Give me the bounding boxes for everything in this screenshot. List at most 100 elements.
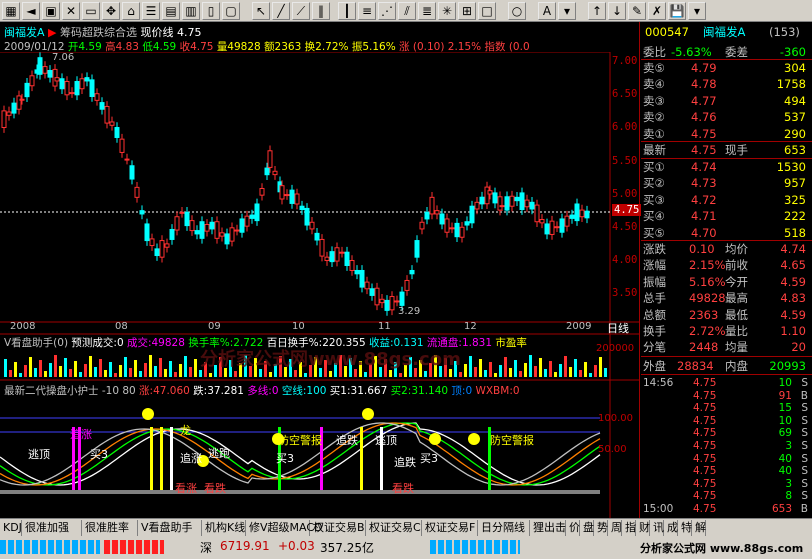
- bid-row[interactable]: 买① 4.74 1530: [641, 159, 812, 175]
- vline-icon[interactable]: ‖: [312, 2, 330, 20]
- tick-row[interactable]: 4.75 3 S: [641, 478, 812, 491]
- triangle-icon[interactable]: ▾: [558, 2, 576, 20]
- tab-6[interactable]: 权证交易B: [310, 520, 366, 536]
- tick-row[interactable]: 4.75 69 S: [641, 427, 812, 440]
- candle-body: [47, 69, 53, 78]
- triangle-icon[interactable]: ▶: [48, 26, 56, 39]
- chart-icon[interactable]: ▣: [42, 2, 60, 20]
- eraser-icon[interactable]: ✗: [648, 2, 666, 20]
- arrow-up-icon[interactable]: ↑: [588, 2, 606, 20]
- tick-row[interactable]: 4.75 40 S: [641, 453, 812, 466]
- tab-9[interactable]: 日分隔线: [478, 520, 530, 536]
- tab-2[interactable]: 很准胜率: [82, 520, 138, 536]
- tab-8[interactable]: 权证交易F: [422, 520, 478, 536]
- crosshair-icon[interactable]: ╱: [272, 2, 290, 20]
- tab-16[interactable]: 财: [636, 520, 650, 536]
- line-icon[interactable]: ⟋: [292, 2, 310, 20]
- tab-20[interactable]: 解: [692, 520, 706, 536]
- tick-row[interactable]: 14:56 4.75 10 S: [641, 377, 812, 390]
- tab-10[interactable]: 狸出击: [530, 520, 566, 536]
- candle-body: [42, 66, 48, 74]
- volume-bar: [569, 367, 572, 377]
- stat-row[interactable]: 换手 2.72% 量比 1.10: [641, 323, 812, 339]
- stat-row[interactable]: 振幅 5.16% 今开 4.59: [641, 274, 812, 290]
- close-icon[interactable]: ✕: [62, 2, 80, 20]
- tab-11[interactable]: 价: [566, 520, 580, 536]
- tick-row[interactable]: 4.75 10 S: [641, 415, 812, 428]
- window-icon[interactable]: ▭: [82, 2, 100, 20]
- tab-18[interactable]: 成: [664, 520, 678, 536]
- tab-0[interactable]: KDJ: [0, 520, 22, 536]
- month-label: 09: [208, 321, 221, 332]
- home-icon[interactable]: ⌂: [122, 2, 140, 20]
- stat-row[interactable]: 涨幅 2.15% 前收 4.65: [641, 257, 812, 273]
- tick-row[interactable]: 4.75 91 B: [641, 390, 812, 403]
- tab-4[interactable]: 机构K线: [202, 520, 246, 536]
- fan-icon[interactable]: ⋰: [378, 2, 396, 20]
- volume-bar: [559, 364, 562, 377]
- rect-icon[interactable]: □: [478, 2, 496, 20]
- bar-icon[interactable]: ▥: [182, 2, 200, 20]
- back-icon[interactable]: ◄: [22, 2, 40, 20]
- multiline-icon[interactable]: ≡: [358, 2, 376, 20]
- ask-row[interactable]: 卖③ 4.77 494: [641, 93, 812, 109]
- doc-icon[interactable]: ▯: [202, 2, 220, 20]
- tab-15[interactable]: 指: [622, 520, 636, 536]
- bid-row[interactable]: 买③ 4.72 325: [641, 192, 812, 208]
- table-icon[interactable]: ▤: [162, 2, 180, 20]
- hline-icon[interactable]: ┃: [338, 2, 356, 20]
- pen-icon[interactable]: ✎: [628, 2, 646, 20]
- stat-row[interactable]: 总手 49828 最高 4.83: [641, 290, 812, 306]
- tab-19[interactable]: 特: [678, 520, 692, 536]
- bid-row[interactable]: 买⑤ 4.70 518: [641, 225, 812, 241]
- kline-chart-area[interactable]: 闽福发A ▶ 筹码超跌综合选 现价线 4.75 2009/01/12 开4.59…: [0, 22, 642, 518]
- tick-row[interactable]: 4.75 40 S: [641, 465, 812, 478]
- tick-row[interactable]: 4.75 8 S: [641, 490, 812, 503]
- stock-code: 000547: [645, 25, 689, 39]
- tab-17[interactable]: 讯: [650, 520, 664, 536]
- tab-12[interactable]: 盘: [580, 520, 594, 536]
- tab-1[interactable]: 很准加强: [22, 520, 82, 536]
- save-icon[interactable]: 💾: [668, 2, 686, 20]
- tick-row[interactable]: 4.75 3 S: [641, 440, 812, 453]
- window2-icon[interactable]: ▢: [222, 2, 240, 20]
- list-icon[interactable]: ☰: [142, 2, 160, 20]
- fib-icon[interactable]: ≣: [418, 2, 436, 20]
- circle-icon[interactable]: ○: [508, 2, 526, 20]
- ask-row[interactable]: 卖② 4.76 537: [641, 109, 812, 125]
- tab-13[interactable]: 势: [594, 520, 608, 536]
- volume-bar: [534, 366, 537, 377]
- ask-row[interactable]: 卖⑤ 4.79 304: [641, 60, 812, 76]
- volume-bar: [304, 373, 307, 377]
- bid-row[interactable]: 买④ 4.71 222: [641, 208, 812, 224]
- bid-row[interactable]: 买② 4.73 957: [641, 175, 812, 191]
- stat-row[interactable]: 涨跌 0.10 均价 4.74: [641, 241, 812, 257]
- candle-body: [119, 138, 125, 153]
- move-icon[interactable]: ✥: [102, 2, 120, 20]
- candle-body: [109, 121, 115, 126]
- tab-14[interactable]: 周: [608, 520, 622, 536]
- candle-body: [499, 205, 505, 208]
- text-icon[interactable]: A: [538, 2, 556, 20]
- period-label[interactable]: 日线: [607, 320, 629, 336]
- ask-row[interactable]: 卖① 4.75 290: [641, 126, 812, 142]
- cursor-icon[interactable]: ↖: [252, 2, 270, 20]
- tick-row[interactable]: 15:00 4.75 653 B: [641, 503, 812, 516]
- candle-body: [94, 93, 100, 101]
- ask-volume: 304: [784, 61, 806, 75]
- grid-icon[interactable]: ▦: [2, 2, 20, 20]
- stat-row[interactable]: 分笔 2448 均量 20: [641, 339, 812, 355]
- arrow-down-icon[interactable]: ↓: [608, 2, 626, 20]
- gann-icon[interactable]: ✳: [438, 2, 456, 20]
- tab-3[interactable]: V看盘助手: [138, 520, 202, 536]
- tab-5[interactable]: 修V超级MACD: [246, 520, 323, 536]
- ind-param: -10 80: [101, 385, 136, 397]
- stat-row[interactable]: 总额 2363 最低 4.59: [641, 307, 812, 323]
- dropdown-icon[interactable]: ▾: [688, 2, 706, 20]
- candle-body: [509, 195, 515, 207]
- ask-row[interactable]: 卖④ 4.78 1758: [641, 76, 812, 92]
- tab-7[interactable]: 权证交易C: [366, 520, 422, 536]
- ruler-icon[interactable]: ⊞: [458, 2, 476, 20]
- channel-icon[interactable]: ⫽: [398, 2, 416, 20]
- tick-row[interactable]: 4.75 15 S: [641, 402, 812, 415]
